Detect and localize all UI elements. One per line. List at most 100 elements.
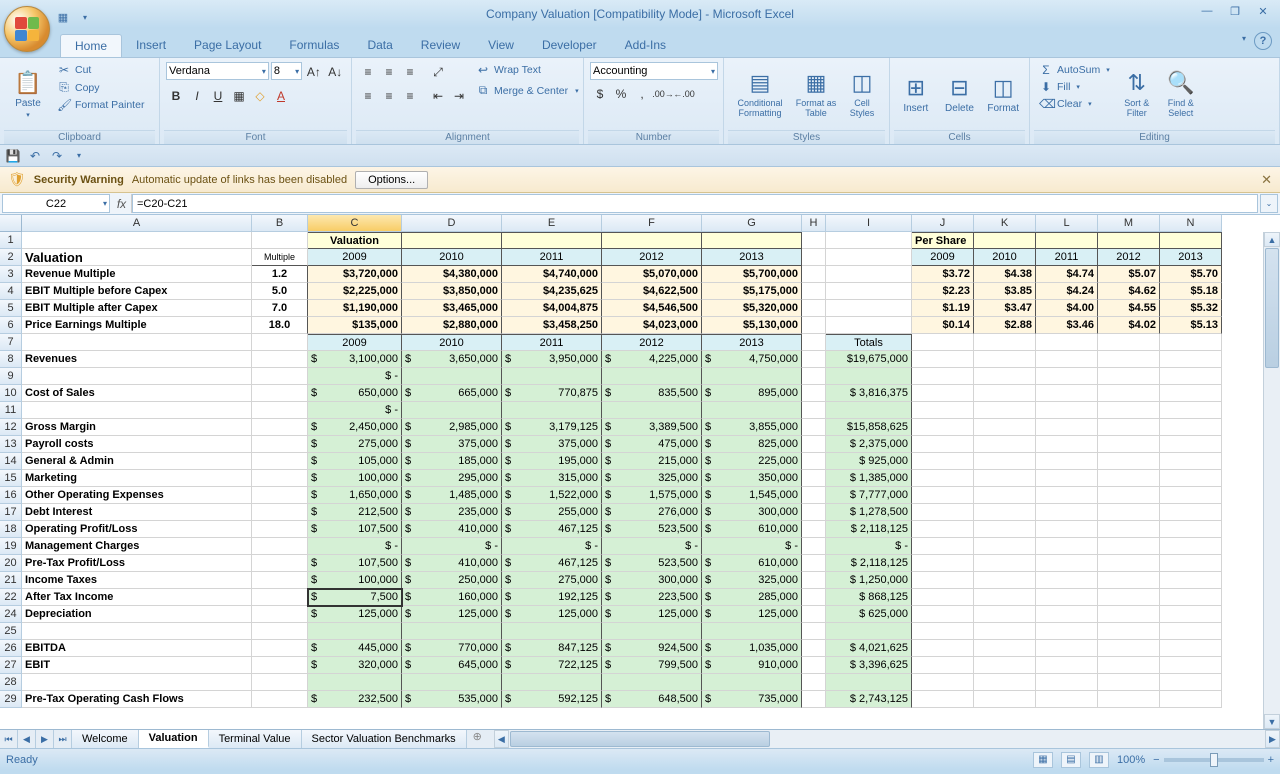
cell[interactable]: [1036, 402, 1098, 419]
cell[interactable]: [1098, 334, 1160, 351]
qat-customize-icon[interactable]: ▾: [70, 148, 88, 164]
pershare-cell[interactable]: $1.19: [912, 300, 974, 317]
sheet-tab-valuation[interactable]: Valuation: [139, 730, 209, 748]
cell[interactable]: [802, 385, 826, 402]
delete-cells-button[interactable]: ⊟Delete: [940, 62, 980, 126]
sheet-nav-first-icon[interactable]: ⏮: [0, 730, 18, 748]
cell[interactable]: [974, 368, 1036, 385]
multiple-value[interactable]: 18.0: [252, 317, 308, 334]
name-box[interactable]: C22▾: [2, 194, 110, 213]
cell[interactable]: [912, 419, 974, 436]
row-label[interactable]: Pre-Tax Profit/Loss: [22, 555, 252, 572]
valuation-cell[interactable]: $5,175,000: [702, 283, 802, 300]
cell[interactable]: [826, 266, 912, 283]
cell[interactable]: [252, 487, 308, 504]
merge-center-button[interactable]: ⧉Merge & Center▾: [473, 82, 582, 99]
cell[interactable]: [1098, 402, 1160, 419]
cell[interactable]: [826, 317, 912, 334]
cell[interactable]: [1036, 606, 1098, 623]
cell[interactable]: [912, 640, 974, 657]
row-label[interactable]: Marketing: [22, 470, 252, 487]
cell[interactable]: [1098, 589, 1160, 606]
row-label[interactable]: Other Operating Expenses: [22, 487, 252, 504]
valuation-cell[interactable]: $5,070,000: [602, 266, 702, 283]
data-cell[interactable]: 3,389,500: [602, 419, 702, 436]
multiple-label[interactable]: EBIT Multiple before Capex: [22, 283, 252, 300]
data-cell[interactable]: $ -: [308, 368, 402, 385]
cell[interactable]: [1160, 691, 1222, 708]
align-bottom-button[interactable]: ≡: [400, 62, 420, 82]
font-name-combo[interactable]: Verdana▾: [166, 62, 269, 80]
row-label[interactable]: Management Charges: [22, 538, 252, 555]
data-cell[interactable]: $ -: [402, 538, 502, 555]
detail-year-header[interactable]: 2010: [402, 334, 502, 351]
row-label[interactable]: Debt Interest: [22, 504, 252, 521]
cell[interactable]: [974, 623, 1036, 640]
valuation-cell[interactable]: $2,225,000: [308, 283, 402, 300]
office-button[interactable]: [4, 6, 50, 52]
data-cell[interactable]: [502, 402, 602, 419]
data-cell[interactable]: 523,500: [602, 555, 702, 572]
cell[interactable]: [252, 351, 308, 368]
formula-input[interactable]: =C20-C21: [132, 194, 1258, 213]
underline-button[interactable]: U: [208, 86, 228, 106]
cell[interactable]: [802, 470, 826, 487]
data-cell[interactable]: 722,125: [502, 657, 602, 674]
vertical-scrollbar[interactable]: ▲ ▼: [1263, 232, 1280, 729]
col-header-C[interactable]: C: [308, 215, 402, 232]
cell[interactable]: [1160, 232, 1222, 249]
find-select-button[interactable]: 🔍Find & Select: [1161, 62, 1201, 126]
cell[interactable]: [1098, 691, 1160, 708]
cell[interactable]: [1036, 640, 1098, 657]
bold-button[interactable]: B: [166, 86, 186, 106]
col-header-K[interactable]: K: [974, 215, 1036, 232]
cell[interactable]: [974, 402, 1036, 419]
row-header-12[interactable]: 12: [0, 419, 22, 436]
row-header-10[interactable]: 10: [0, 385, 22, 402]
total-cell[interactable]: $ 2,375,000: [826, 436, 912, 453]
cell[interactable]: [802, 623, 826, 640]
cell[interactable]: [974, 589, 1036, 606]
data-cell[interactable]: 212,500: [308, 504, 402, 521]
row-label[interactable]: Depreciation: [22, 606, 252, 623]
data-cell[interactable]: 1,035,000: [702, 640, 802, 657]
detail-year-header[interactable]: 2009: [308, 334, 402, 351]
data-cell[interactable]: 735,000: [702, 691, 802, 708]
sheet-nav-last-icon[interactable]: ⏭: [54, 730, 72, 748]
cell[interactable]: [1036, 334, 1098, 351]
cell[interactable]: [1036, 470, 1098, 487]
row-header-8[interactable]: 8: [0, 351, 22, 368]
data-cell[interactable]: 215,000: [602, 453, 702, 470]
row-label[interactable]: Gross Margin: [22, 419, 252, 436]
sheet-nav-next-icon[interactable]: ▶: [36, 730, 54, 748]
cell[interactable]: [1160, 334, 1222, 351]
data-cell[interactable]: [402, 402, 502, 419]
row-label[interactable]: General & Admin: [22, 453, 252, 470]
decrease-decimal-button[interactable]: ←.00: [674, 84, 694, 104]
cell[interactable]: [252, 402, 308, 419]
data-cell[interactable]: 467,125: [502, 521, 602, 538]
fill-button[interactable]: ⬇Fill▾: [1036, 79, 1113, 95]
data-cell[interactable]: 125,000: [502, 606, 602, 623]
cell[interactable]: [802, 555, 826, 572]
increase-indent-button[interactable]: ⇥: [449, 86, 469, 106]
data-cell[interactable]: 665,000: [402, 385, 502, 402]
cell[interactable]: [802, 351, 826, 368]
cell[interactable]: [1098, 555, 1160, 572]
italic-button[interactable]: I: [187, 86, 207, 106]
data-cell[interactable]: 350,000: [702, 470, 802, 487]
data-cell[interactable]: 223,500: [602, 589, 702, 606]
data-cell[interactable]: 255,000: [502, 504, 602, 521]
security-options-button[interactable]: Options...: [355, 171, 428, 189]
cell[interactable]: [1160, 555, 1222, 572]
cell[interactable]: [1036, 351, 1098, 368]
cell[interactable]: [252, 623, 308, 640]
cell[interactable]: [974, 385, 1036, 402]
cell[interactable]: [802, 691, 826, 708]
help-icon[interactable]: ?: [1254, 32, 1272, 50]
cell[interactable]: [802, 300, 826, 317]
total-cell[interactable]: [826, 368, 912, 385]
col-header-D[interactable]: D: [402, 215, 502, 232]
row-header-16[interactable]: 16: [0, 487, 22, 504]
cell[interactable]: [826, 232, 912, 249]
